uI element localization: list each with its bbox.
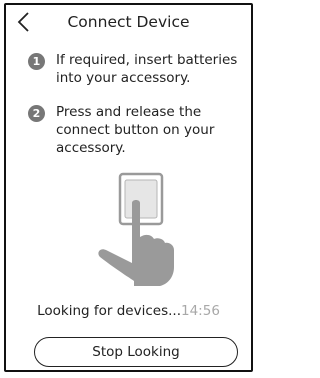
hand-pressing-button-illustration xyxy=(94,171,184,291)
step-instruction: Press and release the connect button on … xyxy=(56,104,215,156)
hand-pressing-button-icon xyxy=(98,172,174,286)
app-screen: Connect Device 1 If required, insert bat… xyxy=(4,3,253,372)
step-1: 1 If required, insert batteries into you… xyxy=(28,51,243,91)
page-title: Connect Device xyxy=(67,13,190,31)
step-number-badge: 2 xyxy=(28,105,45,122)
status-label: Looking for devices... xyxy=(37,303,181,319)
step-number-badge: 1 xyxy=(28,53,45,70)
countdown-timer: 14:56 xyxy=(181,303,220,319)
step-instruction: If required, insert batteries into your … xyxy=(56,52,238,86)
header: Connect Device xyxy=(6,5,251,41)
stop-looking-button[interactable]: Stop Looking xyxy=(34,337,238,367)
search-status: Looking for devices...14:56 xyxy=(6,303,251,319)
step-2: 2 Press and release the connect button o… xyxy=(28,103,243,161)
